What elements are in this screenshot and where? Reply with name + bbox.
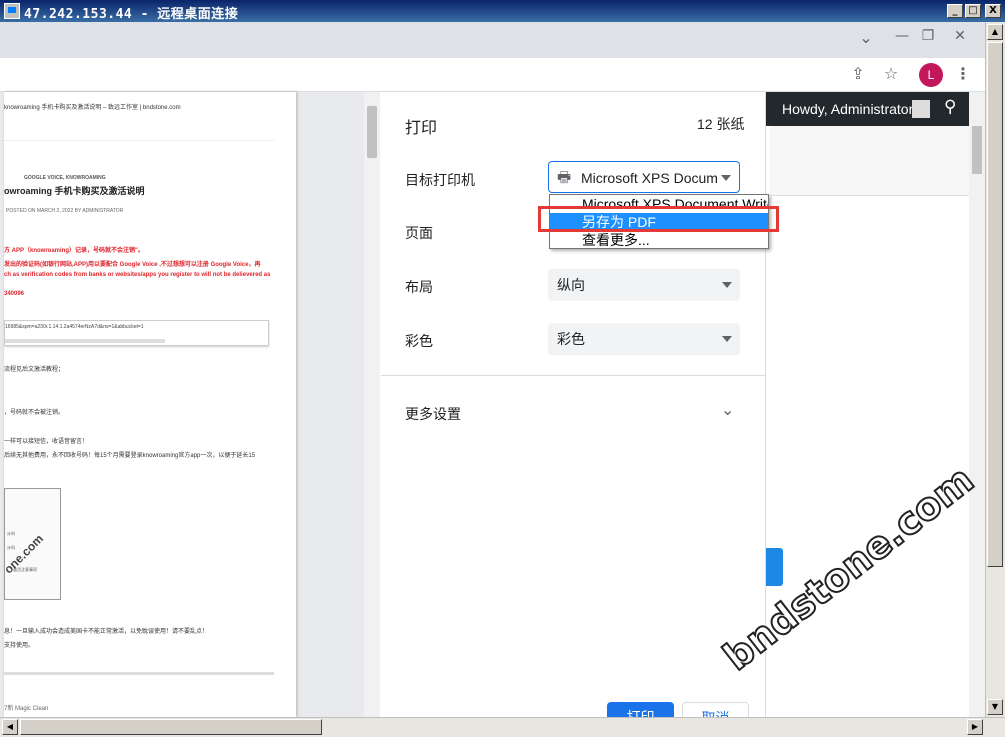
preview-red-line: 340096 [4,291,25,297]
preview-line: 流程见后文激活教程； [4,367,65,373]
preview-url: 16985&spm=a230r.1.14.1.2a4574erNzA7d&ns=… [5,324,144,330]
preview-red-line: ch as verification codes from banks or w… [4,272,271,278]
more-menu-icon[interactable]: ⋮ [951,64,975,88]
preview-image: 计科 计科 激活注意事项 one.com [4,488,61,600]
browser-minimize-icon[interactable]: — [890,26,914,50]
chevron-down-icon [722,336,732,342]
color-value: 彩色 [557,331,585,347]
window-horizontal-scrollbar[interactable]: ◀ ▶ [0,717,1005,737]
chevron-down-icon [722,282,732,288]
preview-meta: POSTED ON MARCH 2, 2022 BY ADMINISTRATOR [6,208,124,214]
dialog-title: 打印 [405,120,438,137]
window-horizontal-thumb[interactable] [20,719,322,735]
page-scrollbar-thumb[interactable] [972,126,982,174]
color-select[interactable]: 彩色 [548,323,740,355]
page-side-button[interactable] [766,548,783,586]
print-preview-page: knowroaming 手机卡购买及激活说明 – 致远工作室 | bndston… [4,92,296,717]
browser-restore-icon[interactable]: ❐ [916,26,940,50]
expand-chevron-icon: ⌄ [721,402,735,419]
preview-line: ，号码就不会被注销。 [4,410,65,416]
maximize-button[interactable]: □ [965,4,981,18]
preview-url-scrollbar [5,339,165,343]
scroll-down-icon[interactable]: ▼ [987,699,1003,715]
preview-header: knowroaming 手机卡购买及激活说明 – 致远工作室 | bndston… [4,105,181,111]
preview-scrollbar[interactable] [364,92,380,717]
destination-label: 目标打印机 [405,172,475,188]
browser-close-icon[interactable]: ✕ [948,26,972,50]
browser-tab-strip: ⌄ — ❐ ✕ [0,22,985,58]
preview-footer: 7新 Magic Clean [4,706,49,712]
wp-user-avatar[interactable] [912,100,930,118]
layout-value: 纵向 [557,277,585,293]
minimize-button[interactable]: _ [947,4,963,18]
printer-icon: 🖶 [557,169,572,186]
annotation-highlight-box [538,206,779,232]
browser-toolbar: ⇪ ☆ ⋮ [0,58,985,92]
chevron-down-icon [721,175,731,181]
window-vertical-scrollbar[interactable]: ▲ ▼ [985,22,1005,717]
tab-search-chevron-icon[interactable]: ⌄ [854,28,878,52]
destination-value: Microsoft XPS Docum [581,170,718,186]
wp-greeting[interactable]: Howdy, Administrator [782,101,913,117]
close-button[interactable]: X [985,4,1001,18]
preview-line: 息！一旦输入成功会造成美国卡不能正常激活，以免耽误使用！请不要乱点！ [4,629,209,635]
preview-divider [4,140,274,141]
wp-admin-bar: Howdy, Administrator ⚲ [766,92,969,126]
preview-line: 后续无其他费用，永不回收号码！每15个月需要登录knowroaming官方app… [4,453,256,459]
remote-desktop-icon [4,3,20,19]
window-titlebar: 47.242.153.44 - 远程桌面连接 _ □ X [0,0,1005,22]
page-right-panel [770,126,969,196]
profile-avatar[interactable]: L [919,63,943,87]
dropdown-option-see-more[interactable]: 查看更多... [550,231,768,249]
more-settings-label: 更多设置 [405,406,461,422]
sheet-count: 12 张纸 [697,116,745,132]
preview-faded-line [4,672,274,675]
preview-red-line: 方 APP（knowroaming）记录，号码就不会注销"。 [4,248,144,254]
destination-select[interactable]: 🖶 Microsoft XPS Docum [548,161,740,193]
bookmark-star-icon[interactable]: ☆ [879,64,903,88]
preview-category: GOOGLE VOICE, KNOWROAMING [24,175,106,181]
preview-red-line: 发出的验证码(如银行网站,APP)用以要配合 Google Voice ,不过想… [4,262,261,268]
layout-label: 布局 [405,279,433,295]
share-icon[interactable]: ⇪ [846,64,870,88]
more-settings-row[interactable]: 更多设置 ⌄ [381,388,765,436]
layout-select[interactable]: 纵向 [548,269,740,301]
search-icon[interactable]: ⚲ [944,97,956,117]
scroll-right-icon[interactable]: ▶ [967,719,983,735]
preview-line: 一样可以接短信，收语音留言！ [4,439,89,445]
preview-scrollbar-thumb[interactable] [367,106,377,158]
scroll-left-icon[interactable]: ◀ [2,719,18,735]
scroll-up-icon[interactable]: ▲ [987,24,1003,40]
color-label: 彩色 [405,333,433,349]
page-scrollbar[interactable] [969,92,985,717]
dialog-divider [381,375,765,376]
preview-line: 支持使用。 [4,643,35,649]
window-vertical-thumb[interactable] [987,42,1003,567]
print-dialog: 打印 12 张纸 目标打印机 🖶 Microsoft XPS Docum 页面 … [381,92,766,732]
preview-url-box: 16985&spm=a230r.1.14.1.2a4574erNzA7d&ns=… [4,320,269,346]
pages-label: 页面 [405,225,433,241]
preview-heading: owroaming 手机卡购买及激活说明 [4,186,145,196]
window-title: 47.242.153.44 - 远程桌面连接 [24,7,239,22]
